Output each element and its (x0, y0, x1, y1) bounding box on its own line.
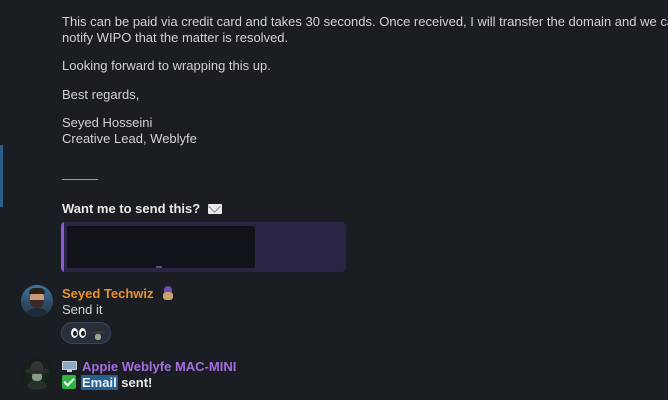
selected-text[interactable]: Email (81, 375, 118, 390)
eyes-emoji-icon[interactable] (71, 328, 87, 338)
message-line: notify WIPO that the matter is resolved. (62, 30, 289, 45)
envelope-icon (207, 204, 222, 214)
check-mark-icon (62, 375, 76, 389)
avatar[interactable] (21, 358, 53, 390)
message-text: Send it (62, 302, 103, 317)
author-name[interactable]: Appie Weblyfe MAC-MINI (82, 359, 236, 374)
left-edge-indicator (0, 145, 3, 207)
signature-title: Creative Lead, Weblyfe (62, 131, 197, 146)
message-author[interactable]: Seyed Techwiz (62, 286, 175, 302)
redacted-marker (156, 266, 162, 268)
wizard-sticker-icon (161, 286, 175, 300)
quoted-message-block[interactable] (61, 222, 346, 272)
signature-name: Seyed Hosseini (62, 115, 153, 130)
message-line: Best regards, (62, 87, 140, 102)
message-line: This can be paid via credit card and tak… (62, 14, 668, 29)
reaction-pill[interactable] (61, 322, 111, 344)
status-message: Email sent! (62, 375, 152, 391)
send-question-text: Want me to send this? (62, 201, 201, 216)
monitor-icon (62, 361, 77, 372)
status-text: sent! (117, 375, 153, 390)
quote-accent-bar (61, 222, 64, 272)
message-author[interactable]: Appie Weblyfe MAC-MINI (62, 359, 236, 375)
avatar[interactable] (21, 285, 53, 317)
message-line: Looking forward to wrapping this up. (62, 58, 271, 73)
redacted-content (67, 226, 255, 268)
author-name[interactable]: Seyed Techwiz (62, 286, 154, 301)
horizontal-divider (62, 179, 98, 180)
send-question: Want me to send this? (62, 201, 222, 217)
wizard-emoji-icon[interactable] (91, 326, 105, 340)
